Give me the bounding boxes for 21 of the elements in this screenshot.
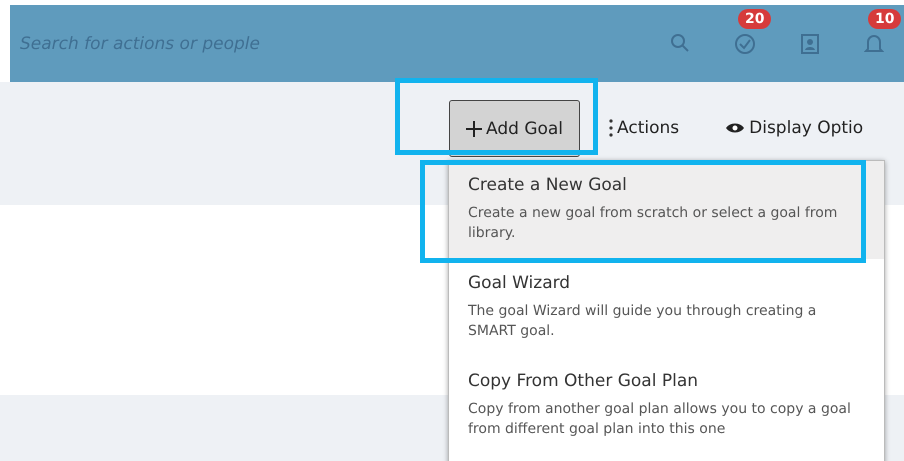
search-icon[interactable] (670, 32, 690, 52)
menu-item-title: Copy From Other Goal Plan (468, 371, 700, 391)
menu-item-description: The goal Wizard will guide you through creating a SMART goal. (468, 302, 818, 341)
menu-item-description: Copy from another goal plan allows you to copy a goal from different goal plan into this one (468, 400, 852, 439)
check-circle-icon[interactable] (734, 32, 756, 54)
display-options-button[interactable]: Display Optio (708, 100, 880, 156)
plus-icon (466, 120, 482, 136)
count-badge: 20 (738, 8, 772, 28)
menu-item[interactable]: Copy From Other Goal Plan Copy from another goal plan allows you to copy a goal from different goal plan into this one (449, 357, 884, 455)
menu-item-description: Create a new goal from scratch or select a goal from library. (468, 204, 838, 243)
count-badge: 10 (868, 8, 902, 28)
menu-item-title: Goal Wizard (468, 273, 572, 293)
eye-icon (725, 122, 746, 134)
vertical-dots-icon (609, 118, 614, 138)
bell-icon[interactable] (864, 32, 884, 54)
menu-item[interactable]: Create a New Goal Create a new goal from scratch or select a goal from library. (449, 161, 884, 259)
add-goal-button[interactable]: Add Goal (449, 100, 580, 157)
contact-card-icon[interactable] (800, 32, 820, 54)
actions-button[interactable]: Actions (592, 100, 696, 156)
menu-item[interactable]: Goal Wizard The goal Wizard will guide you through creating a SMART goal. (449, 259, 884, 357)
menu-item-title: Create a New Goal (468, 175, 628, 195)
